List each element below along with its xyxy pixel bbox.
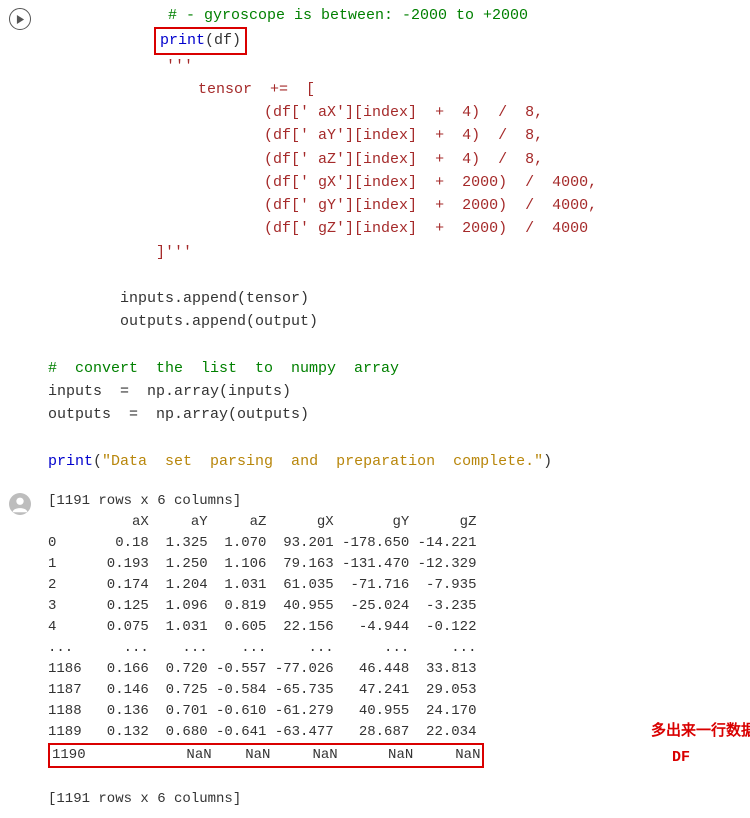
code-line: (df[' gY'][index] + 2000) / 4000, xyxy=(48,194,742,217)
code-inputs: inputs = np.array(inputs) xyxy=(48,380,742,403)
table-row: 1188 0.136 0.701 -0.610 -61.279 40.955 2… xyxy=(48,701,742,722)
blank xyxy=(48,264,742,287)
run-button[interactable] xyxy=(9,8,31,30)
out-shape-top: [1191 rows x 6 columns] xyxy=(48,491,742,512)
code-bracket-close: ]''' xyxy=(48,241,742,264)
blank xyxy=(48,768,742,789)
blank xyxy=(48,427,742,450)
user-avatar-icon xyxy=(9,493,31,515)
code-line: (df[' gX'][index] + 2000) / 4000, xyxy=(48,171,742,194)
code-comment2: # convert the list to numpy array xyxy=(48,357,742,380)
table-row: 1187 0.146 0.725 -0.584 -65.735 47.241 2… xyxy=(48,680,742,701)
table-row: 0 0.18 1.325 1.070 93.201 -178.650 -14.2… xyxy=(48,533,742,554)
code-append1: inputs.append(tensor) xyxy=(48,287,742,310)
code-gutter xyxy=(0,0,40,30)
table-row: 2 0.174 1.204 1.031 61.035 -71.716 -7.93… xyxy=(48,575,742,596)
table-row-ellipsis: ... ... ... ... ... ... ... xyxy=(48,638,742,659)
code-line: (df[' aZ'][index] + 4) / 8, xyxy=(48,148,742,171)
code-append2: outputs.append(output) xyxy=(48,310,742,333)
code-line: (df[' aX'][index] + 4) / 8, xyxy=(48,101,742,124)
output-gutter xyxy=(0,487,40,520)
code-content[interactable]: # - gyroscope is between: -2000 to +2000… xyxy=(40,0,750,481)
table-row: 1189 0.132 0.680 -0.641 -63.477 28.687 2… xyxy=(48,722,742,743)
code-final-print: print("Data set parsing and preparation … xyxy=(48,450,742,473)
play-icon xyxy=(16,15,25,24)
table-row-highlighted: 1190 NaN NaN NaN NaN NaN xyxy=(48,743,742,768)
table-row: 1186 0.166 0.720 -0.557 -77.026 46.448 3… xyxy=(48,659,742,680)
out-header: aX aY aZ gX gY gZ xyxy=(48,512,742,533)
code-outputs: outputs = np.array(outputs) xyxy=(48,403,742,426)
table-row: 4 0.075 1.031 0.605 22.156 -4.944 -0.122 xyxy=(48,617,742,638)
table-row: 3 0.125 1.096 0.819 40.955 -25.024 -3.23… xyxy=(48,596,742,617)
code-comment-top: # - gyroscope is between: -2000 to +2000 xyxy=(48,4,742,27)
blank xyxy=(48,334,742,357)
code-line: (df[' gZ'][index] + 2000) / 4000 xyxy=(48,217,742,240)
table-row: 1 0.193 1.250 1.106 79.163 -131.470 -12.… xyxy=(48,554,742,575)
code-print-df: print(df) xyxy=(48,27,742,54)
code-triple-open: ''' xyxy=(48,55,742,78)
output-content: [1191 rows x 6 columns] aX aY aZ gX gY g… xyxy=(40,487,750,818)
code-line: (df[' aY'][index] + 4) / 8, xyxy=(48,124,742,147)
code-tensor: tensor += [ xyxy=(48,78,742,101)
out-shape-bottom: [1191 rows x 6 columns] xyxy=(48,789,742,810)
annotation-df: DF xyxy=(672,749,690,766)
annotation-extra-row: 多出来一行数据 xyxy=(651,719,750,740)
output-cell: [1191 rows x 6 columns] aX aY aZ gX gY g… xyxy=(0,487,750,818)
code-cell: # - gyroscope is between: -2000 to +2000… xyxy=(0,0,750,481)
